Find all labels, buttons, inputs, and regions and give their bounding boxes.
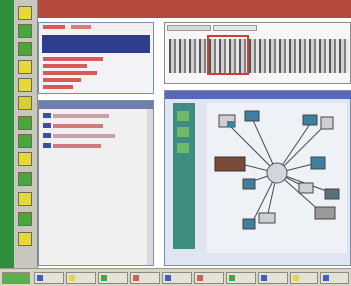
tool-button-5[interactable] [18, 78, 32, 92]
list-item[interactable] [43, 123, 51, 128]
app-icon [165, 275, 171, 281]
app-icon [197, 275, 203, 281]
device-node [227, 121, 235, 127]
device-node [320, 116, 334, 130]
tool-button-10[interactable] [18, 172, 32, 186]
list-row[interactable] [53, 144, 101, 148]
taskbar-button[interactable] [130, 272, 160, 284]
panel-tab-2[interactable] [71, 25, 91, 29]
device-node [324, 188, 340, 200]
start-button[interactable] [2, 272, 30, 284]
list-item[interactable] [43, 143, 51, 148]
tool-button-6[interactable] [18, 96, 32, 110]
taskbar-button[interactable] [258, 272, 288, 284]
system-tray[interactable] [320, 272, 349, 284]
tray-icon [323, 275, 329, 281]
left-edge [0, 0, 14, 268]
app-icon [229, 275, 235, 281]
list-row[interactable] [43, 71, 97, 75]
app-icon [133, 275, 139, 281]
taskbar-button[interactable] [194, 272, 224, 284]
hub-node [266, 162, 288, 184]
tool-button-12[interactable] [18, 212, 32, 226]
timeline-tab[interactable] [167, 25, 211, 31]
device-node [258, 212, 276, 224]
device-node [244, 110, 260, 122]
device-node [214, 156, 246, 172]
app-icon [37, 275, 43, 281]
sidebar-button[interactable] [177, 127, 189, 137]
timeline-panel [164, 22, 351, 84]
taskbar-button[interactable] [66, 272, 96, 284]
taskbar-button[interactable] [226, 272, 256, 284]
device-node [314, 206, 336, 220]
network-diagram [214, 110, 340, 230]
panel-header [39, 23, 153, 31]
title-bar [38, 0, 351, 18]
app-icon [101, 275, 107, 281]
tool-button-9[interactable] [18, 152, 32, 166]
list-item[interactable] [43, 133, 51, 138]
taskbar [0, 268, 351, 286]
app-icon [261, 275, 267, 281]
diagram-header [165, 91, 351, 99]
device-node [302, 114, 318, 126]
tool-button-13[interactable] [18, 232, 32, 246]
sidebar-button[interactable] [177, 111, 189, 121]
device-node [310, 156, 326, 170]
list-row[interactable] [43, 78, 81, 82]
tool-button-1[interactable] [18, 6, 32, 20]
waveform[interactable] [169, 39, 349, 73]
tool-button-3[interactable] [18, 42, 32, 56]
device-node [242, 218, 256, 230]
tool-button-7[interactable] [18, 116, 32, 130]
list-row[interactable] [43, 57, 103, 61]
list-row[interactable] [43, 85, 73, 89]
list-item[interactable] [43, 113, 51, 118]
list-row[interactable] [53, 134, 115, 138]
taskbar-button[interactable] [34, 272, 64, 284]
timeline-tab[interactable] [213, 25, 257, 31]
desktop: { "window": {"title": ""}, "taskbar": { … [0, 0, 351, 286]
panel-tab-1[interactable] [43, 25, 65, 29]
taskbar-button[interactable] [162, 272, 192, 284]
sidebar-button[interactable] [177, 143, 189, 153]
selection-marker[interactable] [207, 35, 249, 75]
bottom-left-panel [38, 100, 154, 266]
app-icon [293, 275, 299, 281]
panel-header [39, 101, 153, 109]
device-node [242, 178, 256, 190]
taskbar-button[interactable] [290, 272, 318, 284]
taskbar-button[interactable] [98, 272, 128, 284]
app-icon [69, 275, 75, 281]
top-left-panel [38, 22, 154, 94]
list-row[interactable] [53, 114, 109, 118]
tool-button-4[interactable] [18, 60, 32, 74]
diagram-window [164, 90, 351, 266]
scrollbar[interactable] [147, 109, 153, 265]
tool-button-8[interactable] [18, 134, 32, 148]
list-row[interactable] [53, 124, 103, 128]
tool-button-11[interactable] [18, 192, 32, 206]
list-row[interactable] [43, 64, 87, 68]
diagram-sidebar [173, 103, 195, 249]
vertical-toolbar [14, 0, 38, 276]
tool-button-2[interactable] [18, 24, 32, 38]
selected-list-block[interactable] [42, 35, 150, 53]
device-node [298, 182, 314, 194]
